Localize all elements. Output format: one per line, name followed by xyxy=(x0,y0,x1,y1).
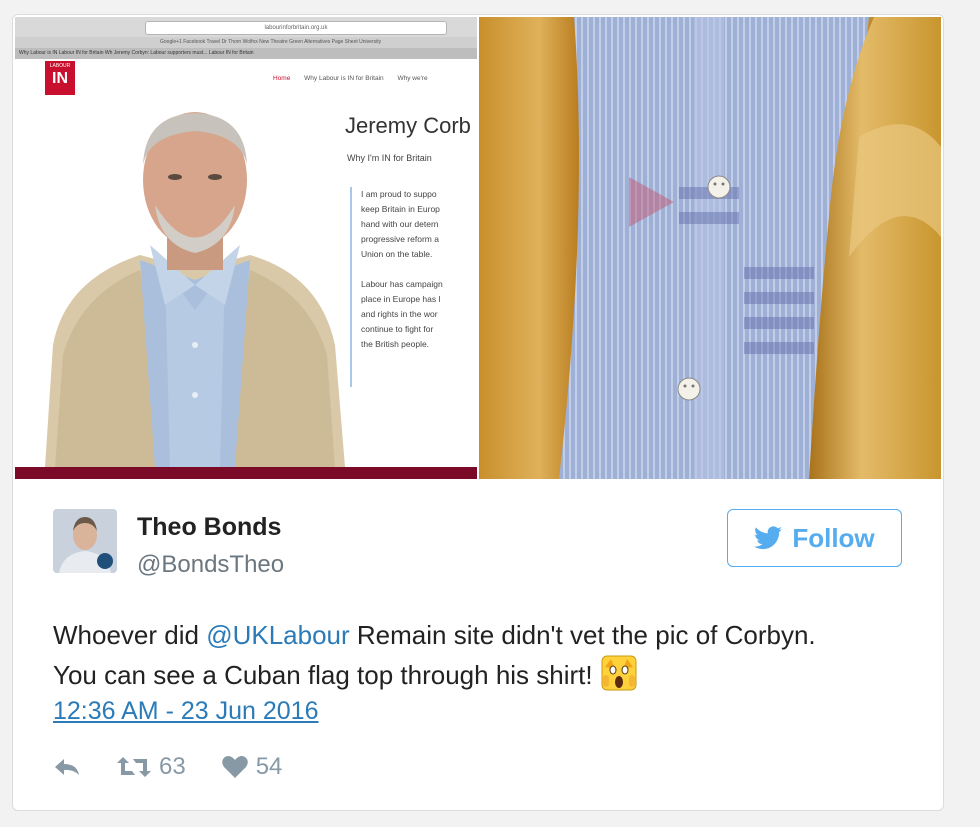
bookmarks-bar: Google+1 Facebook Travel Dr Thorn Wolfox… xyxy=(15,37,477,48)
follow-button[interactable]: Follow xyxy=(727,509,902,567)
mention-link[interactable]: @UKLabour xyxy=(206,620,349,650)
browser-tabs: Why Labour is IN Labour IN for Britain W… xyxy=(15,48,477,59)
browser-chrome: labourinforbritain.org.uk Google+1 Faceb… xyxy=(15,17,477,59)
tweet-card: labourinforbritain.org.uk Google+1 Faceb… xyxy=(12,14,944,811)
quote-block: I am proud to suppo keep Britain in Euro… xyxy=(350,187,477,387)
page-heading: Jeremy Corb xyxy=(345,113,471,138)
tweet-media[interactable]: labourinforbritain.org.uk Google+1 Faceb… xyxy=(15,17,941,479)
reply-button[interactable] xyxy=(53,756,81,778)
nav-why-labour: Why Labour is IN for Britain xyxy=(304,75,384,82)
tweet-text: Whoever did @UKLabour Remain site didn't… xyxy=(53,620,816,691)
tweet-timestamp[interactable]: 12:36 AM - 23 Jun 2016 xyxy=(53,697,318,726)
retweet-count: 63 xyxy=(159,753,186,780)
reply-icon xyxy=(55,759,79,775)
site-nav: Home Why Labour is IN for Britain Why we… xyxy=(273,75,440,82)
user-handle[interactable]: @BondsTheo xyxy=(137,551,284,579)
like-count: 54 xyxy=(255,753,283,780)
url-bar: labourinforbritain.org.uk xyxy=(145,21,447,35)
website-screenshot: labourinforbritain.org.uk Google+1 Faceb… xyxy=(15,17,477,479)
retweet-icon xyxy=(117,757,151,777)
heart-icon xyxy=(221,756,248,778)
labour-in-logo: LABOUR IN xyxy=(45,61,75,95)
nav-why-we: Why we're xyxy=(397,75,428,82)
site-footer-bar xyxy=(15,467,477,479)
display-name[interactable]: Theo Bonds xyxy=(137,513,281,542)
twitter-bird-icon xyxy=(754,526,783,550)
page-subheading: Why I'm IN for Britain xyxy=(347,153,432,163)
avatar[interactable] xyxy=(53,509,117,573)
follow-label: Follow xyxy=(792,522,875,553)
tweet-actions: 63 54 xyxy=(53,750,318,784)
corbyn-portrait xyxy=(45,112,345,467)
like-button[interactable]: 54 xyxy=(221,753,283,781)
screaming-face-emoji xyxy=(601,655,637,691)
nav-home: Home xyxy=(273,75,291,82)
avatar-image xyxy=(53,509,117,573)
retweet-button[interactable]: 63 xyxy=(117,753,186,781)
shirt-closeup-photo xyxy=(479,17,941,479)
